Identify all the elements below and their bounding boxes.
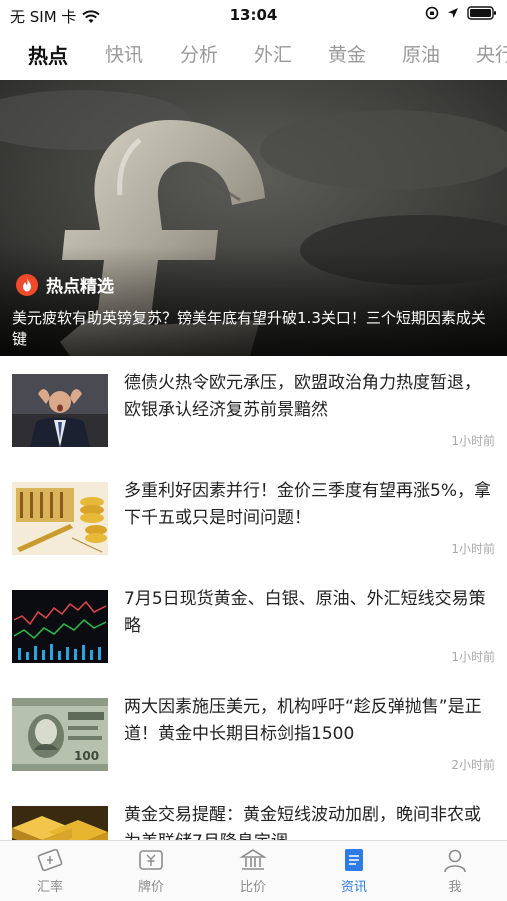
news-icon xyxy=(345,849,363,871)
news-item[interactable]: 德债火热令欧元承压，欧盟政治角力热度暂退，欧银承认经济复苏前景黯然 1小时前 xyxy=(0,356,507,465)
battery-icon xyxy=(467,6,496,20)
tab-hot[interactable]: 热点 xyxy=(28,40,68,69)
news-title: 多重利好因素并行！金价三季度有望再涨5%，拿下千五或只是时间问题！ xyxy=(124,481,491,528)
tab-crude-oil[interactable]: 原油 xyxy=(402,40,440,67)
hero-badge-label: 热点精选 xyxy=(46,277,114,297)
news-item[interactable]: 多重利好因素并行！金价三季度有望再涨5%，拿下千五或只是时间问题！ 1小时前 xyxy=(0,464,507,573)
news-time: 1小时前 xyxy=(451,650,495,664)
bottom-navigation: 汇率 牌价 比价 资讯 我 xyxy=(0,840,507,901)
quote-price-icon xyxy=(139,850,163,870)
exchange-rate-icon xyxy=(37,848,63,872)
nav-exchange-rate[interactable]: 汇率 xyxy=(0,847,100,895)
nav-compare[interactable]: 比价 xyxy=(203,847,303,895)
status-bar: 无 SIM 卡 13:04 xyxy=(0,0,507,28)
news-thumbnail-gold-coins xyxy=(12,482,108,555)
nav-label: 牌价 xyxy=(137,880,164,895)
news-thumbnail-trading-chart xyxy=(12,590,108,663)
news-title: 7月5日现货黄金、白银、原油、外汇短线交易策略 xyxy=(124,589,486,636)
news-thumbnail-businessman xyxy=(12,374,108,447)
tab-flash[interactable]: 快讯 xyxy=(105,40,143,67)
bank-compare-icon xyxy=(239,849,267,870)
status-right xyxy=(425,6,497,20)
news-time: 2小时前 xyxy=(451,758,495,772)
hero-title[interactable]: 美元疲软有助英镑复苏？镑美年底有望升破1.3关口！三个短期因素成关键 xyxy=(12,308,497,350)
news-thumbnail-dollar-bills: 100 xyxy=(12,698,108,771)
nav-label: 比价 xyxy=(239,880,266,895)
news-time: 1小时前 xyxy=(451,434,495,448)
tab-gold[interactable]: 黄金 xyxy=(328,40,366,67)
news-title: 德债火热令欧元承压，欧盟政治角力热度暂退，欧银承认经济复苏前景黯然 xyxy=(124,373,481,420)
news-item[interactable]: 7月5日现货黄金、白银、原油、外汇短线交易策略 1小时前 xyxy=(0,572,507,681)
news-title: 两大因素施压美元，机构呼吁“趁反弹抛售”是正道！黄金中长期目标剑指1500 xyxy=(124,697,482,744)
category-tabs: 热点 快讯 分析 外汇 黄金 原油 央行 xyxy=(0,28,507,80)
nav-label: 资讯 xyxy=(340,880,367,895)
nav-quote-price[interactable]: 牌价 xyxy=(101,847,201,895)
nav-label: 我 xyxy=(448,880,462,895)
nav-profile[interactable]: 我 xyxy=(405,847,505,895)
profile-icon xyxy=(444,849,466,873)
svg-text:100: 100 xyxy=(74,749,99,763)
tab-central-bank[interactable]: 央行 xyxy=(476,40,507,67)
hero-badge: 热点精选 xyxy=(16,272,114,297)
news-time: 1小时前 xyxy=(451,542,495,556)
hero-banner[interactable]: 热点精选 美元疲软有助英镑复苏？镑美年底有望升破1.3关口！三个短期因素成关键 xyxy=(0,80,507,356)
nav-label: 汇率 xyxy=(36,880,63,895)
tab-analysis[interactable]: 分析 xyxy=(180,40,218,67)
news-item[interactable]: 100 两大因素施压美元，机构呼吁“趁反弹抛售”是正道！黄金中长期目标剑指150… xyxy=(0,680,507,789)
nav-news[interactable]: 资讯 xyxy=(304,847,404,895)
tab-forex[interactable]: 外汇 xyxy=(254,40,292,67)
orientation-lock-icon xyxy=(425,6,439,20)
fire-icon xyxy=(16,273,38,296)
location-icon xyxy=(448,8,458,18)
